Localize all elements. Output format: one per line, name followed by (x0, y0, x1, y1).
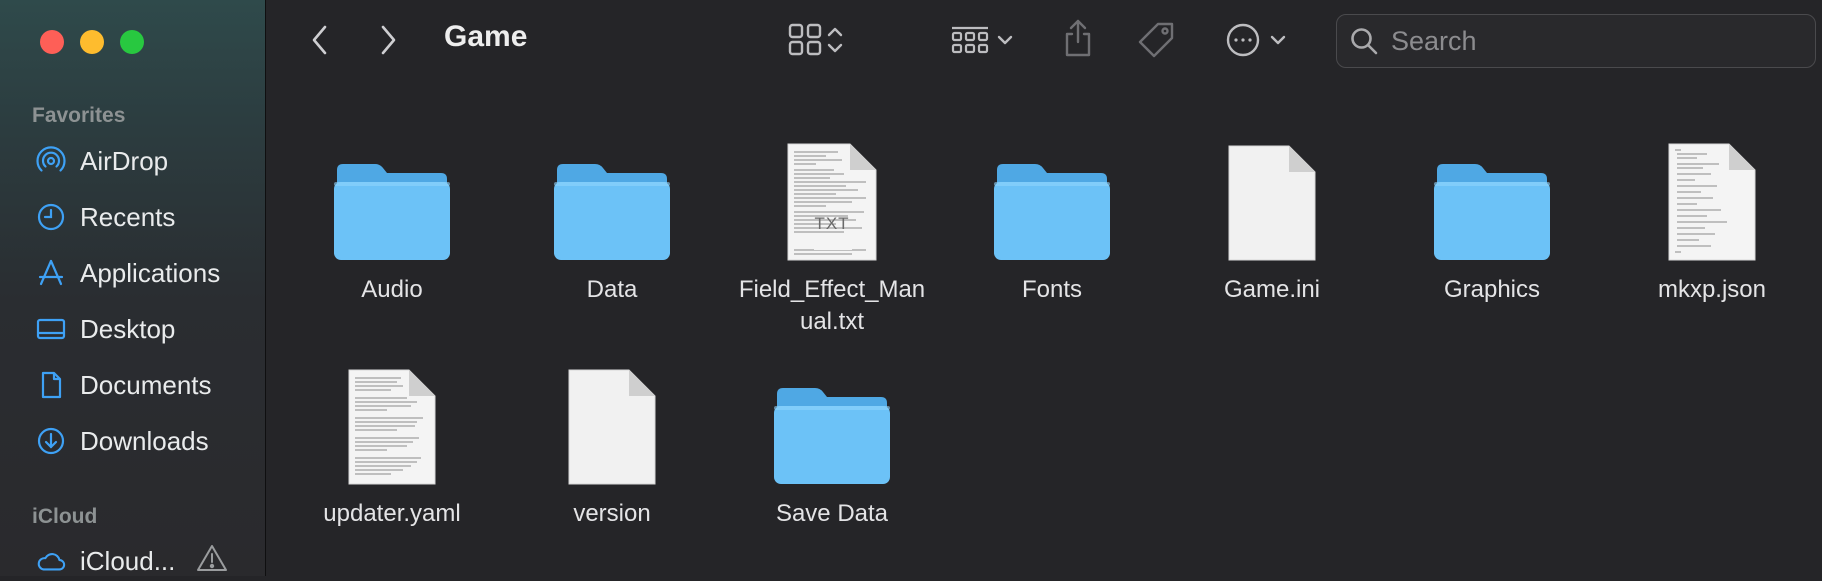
icloud-heading: iCloud (32, 505, 98, 528)
sidebar-item-recents[interactable]: Recents (36, 197, 261, 237)
file-item-data[interactable]: Data (507, 122, 717, 306)
sidebar-item-label: Desktop (80, 313, 176, 344)
share-icon (1062, 18, 1094, 63)
back-button[interactable] (303, 22, 337, 62)
file-name: Audio (361, 276, 423, 303)
view-mode-button[interactable] (780, 22, 854, 62)
sidebar-item-label: Recents (80, 201, 176, 232)
favorites-heading: Favorites (32, 104, 126, 127)
warning-icon[interactable] (196, 543, 228, 578)
folder-icon (727, 346, 937, 486)
document-icon (36, 370, 66, 400)
sidebar-item-desktop[interactable]: Desktop (36, 309, 261, 349)
folder-icon (947, 122, 1157, 262)
file-item-save-data[interactable]: Save Data (727, 346, 937, 530)
sidebar: Favorites AirDrop Recents Applications D… (0, 0, 266, 576)
desktop-icon (36, 314, 66, 344)
tag-button[interactable] (1134, 20, 1178, 64)
file-name: Field_Effect_Manual.txt (738, 276, 926, 335)
blank-document-icon (507, 346, 717, 486)
sidebar-item-airdrop[interactable]: AirDrop (36, 141, 261, 181)
file-item-mkxp-json[interactable]: mkxp.json (1607, 122, 1817, 306)
file-name: updater.yaml (323, 500, 461, 527)
folder-icon (507, 122, 717, 262)
search-input[interactable] (1389, 24, 1793, 58)
file-item-updater-yaml[interactable]: updater.yaml (287, 346, 497, 530)
file-name: mkxp.json (1657, 276, 1767, 303)
sidebar-item-label: AirDrop (80, 145, 169, 176)
tag-icon (1136, 20, 1176, 65)
folder-icon (1387, 122, 1597, 262)
search-icon (1349, 26, 1379, 56)
sidebar-item-documents[interactable]: Documents (36, 365, 261, 405)
file-name: Data (586, 276, 638, 303)
file-item-audio[interactable]: Audio (287, 122, 497, 306)
sidebar-item-downloads[interactable]: Downloads (36, 421, 261, 461)
chevron-down-icon (996, 33, 1014, 51)
share-button[interactable] (1058, 18, 1098, 62)
chevron-down-icon (1269, 33, 1287, 51)
group-by-button[interactable] (944, 22, 1020, 62)
more-actions-icon (1225, 22, 1261, 63)
text-document-icon (1607, 122, 1817, 262)
chevron-right-icon (378, 24, 398, 61)
folder-icon (287, 122, 497, 262)
file-name: Graphics (1443, 276, 1541, 303)
sidebar-item-label: Downloads (80, 425, 209, 456)
sidebar-item-label: iCloud... (80, 545, 176, 576)
forward-button[interactable] (371, 22, 405, 62)
file-item-version[interactable]: version (507, 346, 717, 530)
file-name: Save Data (775, 500, 889, 527)
text-document-icon (287, 346, 497, 486)
window-title: Game (444, 20, 528, 53)
sidebar-item-label: Documents (80, 369, 212, 400)
file-name: Fonts (1021, 276, 1083, 303)
search-field[interactable] (1336, 14, 1816, 68)
applications-icon (36, 258, 66, 288)
text-document-icon (727, 122, 937, 262)
minimize-window-button[interactable] (80, 30, 104, 54)
actions-button[interactable] (1220, 22, 1292, 62)
sidebar-item-applications[interactable]: Applications (36, 253, 261, 293)
zoom-window-button[interactable] (120, 30, 144, 54)
file-item-fonts[interactable]: Fonts (947, 122, 1157, 306)
chevron-updown-icon (824, 24, 846, 61)
close-window-button[interactable] (40, 30, 64, 54)
blank-document-icon (1167, 122, 1377, 262)
group-by-icon (950, 24, 990, 61)
download-icon (36, 426, 66, 456)
grid-view-icon (788, 23, 824, 62)
cloud-icon (36, 546, 66, 576)
file-item-field-effect-manual[interactable]: TXT Field_Effect_Manual.txt (727, 122, 937, 338)
chevron-left-icon (310, 24, 330, 61)
file-name: Game.ini (1223, 276, 1321, 303)
file-name: version (573, 500, 651, 527)
sidebar-item-label: Applications (80, 257, 221, 288)
file-item-game-ini[interactable]: Game.ini (1167, 122, 1377, 306)
airdrop-icon (36, 146, 66, 176)
file-grid: Audio Data TXT Field_Effect_Manual.txt F… (267, 84, 1822, 576)
txt-badge: TXT (814, 214, 850, 233)
clock-icon (36, 202, 66, 232)
file-item-graphics[interactable]: Graphics (1387, 122, 1597, 306)
